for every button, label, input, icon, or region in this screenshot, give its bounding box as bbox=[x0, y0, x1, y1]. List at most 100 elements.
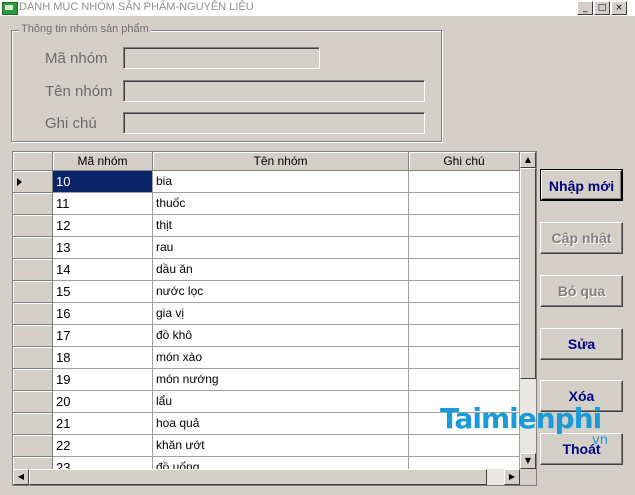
scroll-up-button[interactable]: ▲ bbox=[520, 152, 536, 168]
row-header[interactable] bbox=[13, 193, 53, 215]
cell-note[interactable] bbox=[409, 303, 520, 325]
vertical-scroll-thumb[interactable] bbox=[520, 168, 536, 379]
title-bar: DANH MỤC NHÓM SẢN PHẨM-NGUYÊN LIỆU _ □ × bbox=[0, 0, 635, 17]
row-header[interactable] bbox=[13, 435, 53, 457]
cell-name-text: bia bbox=[156, 174, 173, 188]
cell-code[interactable]: 19 bbox=[53, 369, 153, 391]
cell-code-text: 11 bbox=[56, 196, 70, 211]
cell-name-text: món xào bbox=[156, 350, 203, 364]
cell-code-text: 12 bbox=[56, 218, 71, 233]
scroll-left-button[interactable]: ◀ bbox=[13, 469, 29, 485]
row-header[interactable] bbox=[13, 171, 53, 193]
row-header[interactable] bbox=[13, 303, 53, 325]
name-input[interactable] bbox=[123, 80, 425, 102]
table-row[interactable]: 10 bia bbox=[13, 171, 520, 193]
table-row[interactable]: 18 món xào bbox=[13, 347, 520, 369]
note-input[interactable] bbox=[123, 112, 425, 134]
cell-name-text: đồ khô bbox=[156, 328, 193, 342]
cell-code[interactable]: 20 bbox=[53, 391, 153, 413]
row-header[interactable] bbox=[13, 281, 53, 303]
cell-code[interactable]: 13 bbox=[53, 237, 153, 259]
table-row[interactable]: 16 gia vị bbox=[13, 303, 520, 325]
horizontal-scroll-thumb[interactable] bbox=[29, 469, 487, 485]
maximize-button[interactable]: □ bbox=[594, 1, 610, 15]
cell-name[interactable]: gia vị bbox=[153, 303, 409, 325]
cell-code[interactable]: 18 bbox=[53, 347, 153, 369]
cell-note[interactable] bbox=[409, 347, 520, 369]
cell-name[interactable]: hoa quả bbox=[153, 413, 409, 435]
cell-note[interactable] bbox=[409, 325, 520, 347]
row-header[interactable] bbox=[13, 369, 53, 391]
current-row-arrow-icon bbox=[17, 178, 22, 186]
cell-name[interactable]: thuốc bbox=[153, 193, 409, 215]
cell-name[interactable]: đồ khô bbox=[153, 325, 409, 347]
cell-name[interactable]: món xào bbox=[153, 347, 409, 369]
cell-code[interactable]: 11 bbox=[53, 193, 153, 215]
cell-name[interactable]: dầu ăn bbox=[153, 259, 409, 281]
app-icon bbox=[2, 2, 18, 15]
cell-name[interactable]: rau bbox=[153, 237, 409, 259]
horizontal-scrollbar[interactable]: ◀ ▶ bbox=[13, 469, 520, 485]
column-header-name[interactable]: Tên nhóm bbox=[153, 152, 409, 171]
watermark-logo: Taimienphi bbox=[440, 402, 602, 435]
row-header[interactable] bbox=[13, 237, 53, 259]
row-header[interactable] bbox=[13, 259, 53, 281]
cell-code-text: 16 bbox=[56, 306, 71, 321]
cell-note[interactable] bbox=[409, 171, 520, 193]
edit-button[interactable]: Sửa bbox=[540, 328, 623, 360]
cell-name[interactable]: bia bbox=[153, 171, 409, 193]
cell-code-text: 14 bbox=[56, 262, 71, 277]
table-row[interactable]: 17 đồ khô bbox=[13, 325, 520, 347]
code-input[interactable] bbox=[123, 47, 320, 69]
table-row[interactable]: 15 nước lọc bbox=[13, 281, 520, 303]
cell-code[interactable]: 17 bbox=[53, 325, 153, 347]
table-row[interactable]: 13 rau bbox=[13, 237, 520, 259]
column-header-note[interactable]: Ghi chú bbox=[409, 152, 520, 171]
exit-button[interactable]: Thoát bbox=[540, 433, 623, 465]
cell-code[interactable]: 15 bbox=[53, 281, 153, 303]
row-header[interactable] bbox=[13, 391, 53, 413]
cell-name-text: món nướng bbox=[156, 372, 219, 386]
cell-code[interactable]: 16 bbox=[53, 303, 153, 325]
scroll-right-button[interactable]: ▶ bbox=[504, 469, 520, 485]
cell-note[interactable] bbox=[409, 281, 520, 303]
name-label: Tên nhóm bbox=[45, 83, 113, 100]
update-button[interactable]: Cập nhật bbox=[540, 222, 623, 254]
skip-button[interactable]: Bỏ qua bbox=[540, 275, 623, 307]
cell-note[interactable] bbox=[409, 237, 520, 259]
cell-note[interactable] bbox=[409, 193, 520, 215]
cell-name-text: thịt bbox=[156, 218, 173, 232]
table-row[interactable]: 12 thịt bbox=[13, 215, 520, 237]
cell-code[interactable]: 21 bbox=[53, 413, 153, 435]
group-data-grid[interactable]: Mã nhóm Tên nhóm Ghi chú 10 bia 11 thuốc 12 t… bbox=[12, 151, 537, 486]
cell-code[interactable]: 22 bbox=[53, 435, 153, 457]
cell-name[interactable]: thịt bbox=[153, 215, 409, 237]
cell-code[interactable]: 14 bbox=[53, 259, 153, 281]
cell-code-text: 10 bbox=[56, 174, 71, 189]
new-button[interactable]: Nhập mới bbox=[540, 169, 623, 201]
cell-code[interactable]: 10 bbox=[53, 171, 153, 193]
row-header[interactable] bbox=[13, 215, 53, 237]
cell-note[interactable] bbox=[409, 435, 520, 457]
column-header-code[interactable]: Mã nhóm bbox=[53, 152, 153, 171]
table-row[interactable]: 11 thuốc bbox=[13, 193, 520, 215]
scroll-down-button[interactable]: ▼ bbox=[520, 453, 536, 469]
cell-code[interactable]: 12 bbox=[53, 215, 153, 237]
table-row[interactable]: 19 món nướng bbox=[13, 369, 520, 391]
minimize-button[interactable]: _ bbox=[577, 1, 593, 15]
cell-name[interactable]: món nướng bbox=[153, 369, 409, 391]
cell-note[interactable] bbox=[409, 369, 520, 391]
cell-name[interactable]: khăn ướt bbox=[153, 435, 409, 457]
row-header[interactable] bbox=[13, 413, 53, 435]
cell-name[interactable]: lẩu bbox=[153, 391, 409, 413]
cell-name-text: rau bbox=[156, 240, 174, 254]
cell-name[interactable]: nước lọc bbox=[153, 281, 409, 303]
cell-note[interactable] bbox=[409, 215, 520, 237]
close-button[interactable]: × bbox=[611, 1, 627, 15]
cell-name-text: nước lọc bbox=[156, 284, 204, 298]
row-header[interactable] bbox=[13, 325, 53, 347]
table-row[interactable]: 22 khăn ướt bbox=[13, 435, 520, 457]
table-row[interactable]: 14 dầu ăn bbox=[13, 259, 520, 281]
row-header[interactable] bbox=[13, 347, 53, 369]
cell-note[interactable] bbox=[409, 259, 520, 281]
